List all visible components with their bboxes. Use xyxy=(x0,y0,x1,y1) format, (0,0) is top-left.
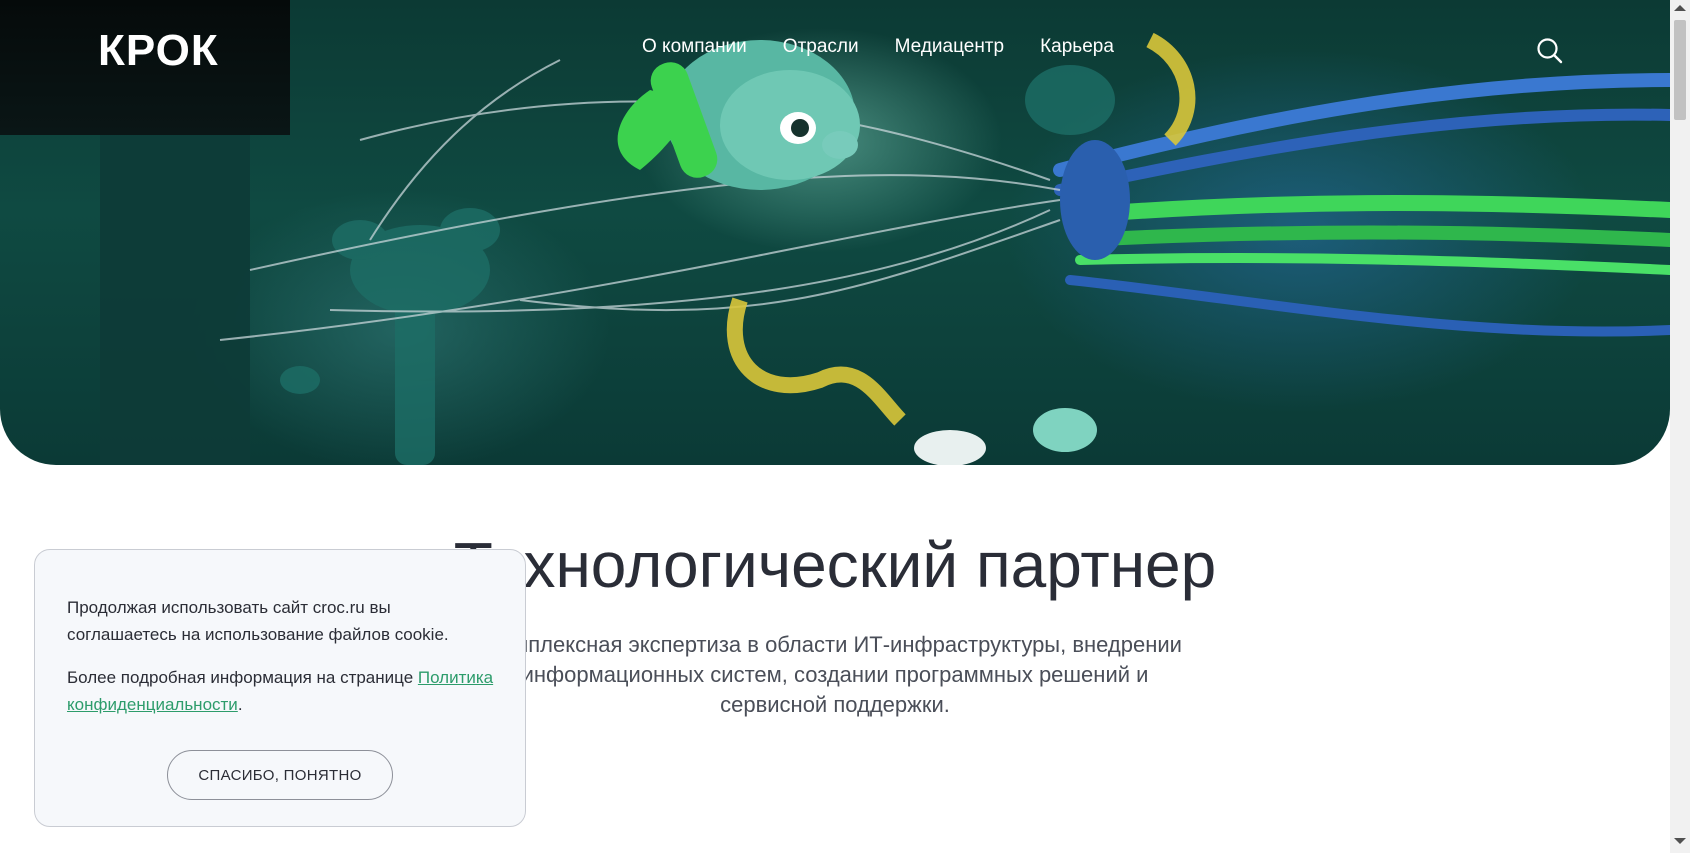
logo[interactable]: КРОК xyxy=(98,26,219,76)
cookie-banner: Продолжая использовать сайт croc.ru вы с… xyxy=(34,549,526,827)
cookie-more-info-prefix: Более подробная информация на странице xyxy=(67,668,418,687)
accept-cookies-button[interactable]: СПАСИБО, ПОНЯТНО xyxy=(167,750,393,800)
hero-banner xyxy=(0,0,1670,465)
cookie-more-info-suffix: . xyxy=(237,695,243,714)
scrollbar[interactable] xyxy=(1670,0,1690,853)
cookie-more-info: Более подробная информация на странице П… xyxy=(67,664,495,718)
scroll-down-icon[interactable] xyxy=(1674,838,1686,844)
search-icon[interactable] xyxy=(1535,36,1565,66)
scroll-up-icon[interactable] xyxy=(1674,5,1686,11)
nav-item-about[interactable]: О компании xyxy=(642,36,747,58)
main-nav: О компании Отрасли Медиацентр Карьера xyxy=(642,36,1114,58)
page-subtitle: Комплексная экспертиза в области ИТ-инфр… xyxy=(488,632,1182,717)
nav-item-industries[interactable]: Отрасли xyxy=(783,36,859,58)
cookie-text: Продолжая использовать сайт croc.ru вы с… xyxy=(67,598,449,644)
nav-item-career[interactable]: Карьера xyxy=(1040,36,1114,58)
nav-item-mediacenter[interactable]: Медиацентр xyxy=(895,36,1004,58)
scroll-thumb[interactable] xyxy=(1674,20,1686,120)
